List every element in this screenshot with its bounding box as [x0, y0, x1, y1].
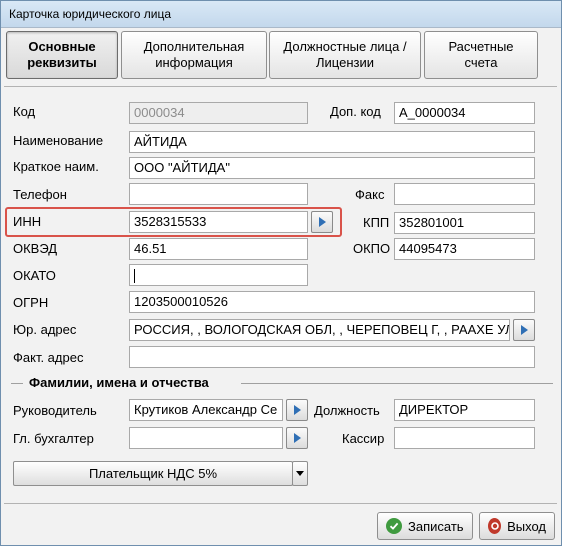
save-button[interactable]: Записать — [377, 512, 473, 540]
phone-label: Телефон — [13, 187, 67, 202]
director-select-button[interactable] — [286, 399, 308, 421]
short-name-label: Краткое наим. — [13, 159, 99, 174]
name-label: Наименование — [13, 133, 104, 148]
play-arrow-icon — [294, 405, 301, 415]
window-title: Карточка юридического лица — [9, 7, 172, 21]
save-button-label: Записать — [408, 518, 464, 534]
legal-address-label: Юр. адрес — [13, 322, 77, 337]
position-label: Должность — [314, 403, 380, 418]
play-arrow-icon — [319, 217, 326, 227]
actual-address-field[interactable] — [129, 346, 535, 368]
okpo-label: ОКПО — [353, 241, 391, 256]
exit-button[interactable]: Выход — [479, 512, 555, 540]
legal-address-button[interactable] — [513, 319, 535, 341]
code-field[interactable]: 0000034 — [129, 102, 308, 124]
bottom-divider — [4, 503, 557, 504]
text-cursor — [134, 268, 135, 283]
kpp-label: КПП — [363, 215, 390, 230]
legal-entity-card-window: Карточка юридического лица Основные рекв… — [0, 0, 562, 546]
tab-bank-accounts[interactable]: Расчетные счета — [424, 31, 538, 79]
chevron-down-icon — [296, 471, 304, 476]
tab-divider — [4, 86, 557, 87]
fax-field[interactable] — [394, 183, 535, 205]
cashier-field[interactable] — [394, 427, 535, 449]
okpo-field[interactable]: 44095473 — [394, 238, 535, 260]
ogrn-field[interactable]: 1203500010526 — [129, 291, 535, 313]
tab-additional-info[interactable]: Дополнительная информация — [121, 31, 267, 79]
kpp-field[interactable]: 352801001 — [394, 212, 535, 234]
legal-address-field[interactable]: РОССИЯ, , ВОЛОГОДСКАЯ ОБЛ, , ЧЕРЕПОВЕЦ Г… — [129, 319, 510, 341]
okato-label: ОКАТО — [13, 268, 56, 283]
play-arrow-icon — [294, 433, 301, 443]
okved-field[interactable]: 46.51 — [129, 238, 308, 260]
group-line-left — [11, 383, 23, 384]
add-code-field[interactable]: A_0000034 — [394, 102, 535, 124]
vat-payer-dropdown[interactable] — [292, 461, 308, 486]
inn-lookup-button[interactable] — [311, 211, 333, 233]
inn-field[interactable]: 3528315533 — [129, 211, 308, 233]
director-field[interactable]: Крутиков Александр Се — [129, 399, 283, 421]
play-arrow-icon — [521, 325, 528, 335]
vat-payer-button[interactable]: Плательщик НДС 5% — [13, 461, 293, 486]
check-icon — [386, 518, 402, 534]
exit-button-label: Выход — [507, 518, 546, 534]
people-group-title: Фамилии, имена и отчества — [27, 375, 211, 390]
director-label: Руководитель — [13, 403, 97, 418]
accountant-field[interactable] — [129, 427, 283, 449]
accountant-select-button[interactable] — [286, 427, 308, 449]
position-field[interactable]: ДИРЕКТОР — [394, 399, 535, 421]
exit-icon — [488, 518, 502, 534]
okved-label: ОКВЭД — [13, 241, 58, 256]
accountant-label: Гл. бухгалтер — [13, 431, 94, 446]
ogrn-label: ОГРН — [13, 295, 49, 310]
title-bar: Карточка юридического лица — [1, 1, 561, 28]
tab-officials-licenses[interactable]: Должностные лица / Лицензии — [269, 31, 421, 79]
code-label: Код — [13, 104, 36, 119]
tab-main-details[interactable]: Основные реквизиты — [6, 31, 118, 79]
name-field[interactable]: АЙТИДА — [129, 131, 535, 153]
add-code-label: Доп. код — [330, 104, 381, 119]
fax-label: Факс — [355, 187, 385, 202]
inn-label: ИНН — [13, 214, 42, 229]
cashier-label: Кассир — [342, 431, 385, 446]
group-line-right — [241, 383, 553, 384]
short-name-field[interactable]: ООО "АЙТИДА" — [129, 157, 535, 179]
phone-field[interactable] — [129, 183, 308, 205]
actual-address-label: Факт. адрес — [13, 350, 84, 365]
okato-field[interactable] — [129, 264, 308, 286]
